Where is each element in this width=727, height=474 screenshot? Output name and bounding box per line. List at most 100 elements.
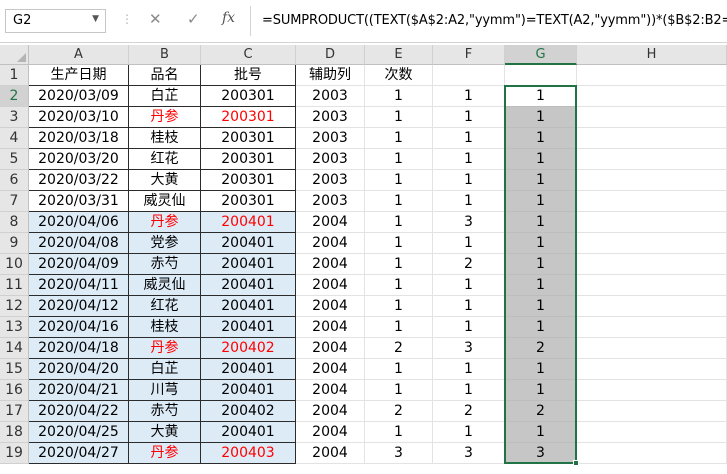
count-cell[interactable]: 1: [365, 170, 433, 191]
row-header-2[interactable]: 2: [0, 86, 29, 107]
aux-cell[interactable]: 2003: [296, 128, 365, 149]
name-cell[interactable]: 赤芍: [129, 254, 201, 275]
f-cell[interactable]: 1: [433, 191, 505, 212]
count-cell[interactable]: 1: [365, 233, 433, 254]
aux-cell[interactable]: 2004: [296, 380, 365, 401]
empty-cell[interactable]: [577, 191, 727, 212]
chevron-down-icon[interactable]: ▼: [92, 14, 99, 24]
aux-cell[interactable]: 2003: [296, 170, 365, 191]
aux-cell[interactable]: 2004: [296, 401, 365, 422]
aux-cell[interactable]: 2004: [296, 296, 365, 317]
row-header-6[interactable]: 6: [0, 170, 29, 191]
batch-cell[interactable]: 200301: [201, 191, 296, 212]
column-header-b[interactable]: B: [129, 45, 201, 65]
header-cell-b[interactable]: 品名: [129, 65, 201, 86]
aux-cell[interactable]: 2004: [296, 422, 365, 443]
empty-cell[interactable]: [577, 275, 727, 296]
row-header-9[interactable]: 9: [0, 233, 29, 254]
aux-cell[interactable]: 2003: [296, 149, 365, 170]
cell-f1[interactable]: [433, 65, 505, 86]
batch-cell[interactable]: 200401: [201, 359, 296, 380]
name-cell[interactable]: 丹参: [129, 443, 201, 464]
column-header-c[interactable]: C: [201, 45, 296, 65]
aux-cell[interactable]: 2004: [296, 233, 365, 254]
name-cell[interactable]: 威灵仙: [129, 275, 201, 296]
empty-cell[interactable]: [577, 296, 727, 317]
f-cell[interactable]: 1: [433, 296, 505, 317]
empty-cell[interactable]: [577, 212, 727, 233]
g-cell[interactable]: 2: [505, 401, 577, 422]
aux-cell[interactable]: 2004: [296, 338, 365, 359]
name-cell[interactable]: 大黄: [129, 170, 201, 191]
date-cell[interactable]: 2020/04/22: [29, 401, 129, 422]
f-cell[interactable]: 1: [433, 149, 505, 170]
row-header-15[interactable]: 15: [0, 359, 29, 380]
empty-cell[interactable]: [577, 443, 727, 464]
count-cell[interactable]: 2: [365, 338, 433, 359]
header-cell-a[interactable]: 生产日期: [29, 65, 129, 86]
batch-cell[interactable]: 200301: [201, 170, 296, 191]
aux-cell[interactable]: 2004: [296, 359, 365, 380]
batch-cell[interactable]: 200401: [201, 212, 296, 233]
drag-handle-icon[interactable]: ⋮: [121, 12, 133, 26]
g-cell[interactable]: 1: [505, 212, 577, 233]
aux-cell[interactable]: 2003: [296, 191, 365, 212]
cancel-icon[interactable]: ✕: [149, 10, 162, 28]
empty-cell[interactable]: [577, 233, 727, 254]
empty-cell[interactable]: [577, 359, 727, 380]
count-cell[interactable]: 3: [365, 443, 433, 464]
row-header-3[interactable]: 3: [0, 107, 29, 128]
empty-cell[interactable]: [577, 401, 727, 422]
name-cell[interactable]: 桂枝: [129, 317, 201, 338]
date-cell[interactable]: 2020/04/18: [29, 338, 129, 359]
name-cell[interactable]: 赤芍: [129, 401, 201, 422]
empty-cell[interactable]: [577, 107, 727, 128]
f-cell[interactable]: 1: [433, 317, 505, 338]
date-cell[interactable]: 2020/04/09: [29, 254, 129, 275]
g-cell[interactable]: 1: [505, 128, 577, 149]
empty-cell[interactable]: [577, 86, 727, 107]
row-header-7[interactable]: 7: [0, 191, 29, 212]
count-cell[interactable]: 1: [365, 191, 433, 212]
g-cell[interactable]: 1: [505, 380, 577, 401]
batch-cell[interactable]: 200301: [201, 107, 296, 128]
count-cell[interactable]: 1: [365, 317, 433, 338]
empty-cell[interactable]: [577, 149, 727, 170]
row-header-12[interactable]: 12: [0, 296, 29, 317]
name-box[interactable]: G2 ▼: [5, 9, 106, 33]
count-cell[interactable]: 1: [365, 212, 433, 233]
date-cell[interactable]: 2020/04/25: [29, 422, 129, 443]
header-cell-c[interactable]: 批号: [201, 65, 296, 86]
date-cell[interactable]: 2020/03/22: [29, 170, 129, 191]
batch-cell[interactable]: 200401: [201, 233, 296, 254]
cell-g1[interactable]: [505, 65, 577, 86]
batch-cell[interactable]: 200401: [201, 422, 296, 443]
date-cell[interactable]: 2020/03/09: [29, 86, 129, 107]
date-cell[interactable]: 2020/04/08: [29, 233, 129, 254]
date-cell[interactable]: 2020/03/20: [29, 149, 129, 170]
g-cell[interactable]: 1: [505, 254, 577, 275]
formula-input[interactable]: =SUMPRODUCT((TEXT($A$2:A2,"yymm")=TEXT(A…: [250, 6, 727, 36]
count-cell[interactable]: 1: [365, 422, 433, 443]
column-header-g[interactable]: G: [505, 45, 577, 65]
column-header-d[interactable]: D: [296, 45, 365, 65]
count-cell[interactable]: 1: [365, 128, 433, 149]
count-cell[interactable]: 1: [365, 380, 433, 401]
name-cell[interactable]: 红花: [129, 296, 201, 317]
count-cell[interactable]: 1: [365, 149, 433, 170]
f-cell[interactable]: 3: [433, 443, 505, 464]
batch-cell[interactable]: 200401: [201, 317, 296, 338]
aux-cell[interactable]: 2003: [296, 86, 365, 107]
aux-cell[interactable]: 2004: [296, 212, 365, 233]
batch-cell[interactable]: 200402: [201, 338, 296, 359]
empty-cell[interactable]: [577, 317, 727, 338]
count-cell[interactable]: 1: [365, 359, 433, 380]
count-cell[interactable]: 2: [365, 401, 433, 422]
cell-h1[interactable]: [577, 65, 727, 86]
f-cell[interactable]: 1: [433, 128, 505, 149]
date-cell[interactable]: 2020/04/12: [29, 296, 129, 317]
row-header-17[interactable]: 17: [0, 401, 29, 422]
row-header-16[interactable]: 16: [0, 380, 29, 401]
f-cell[interactable]: 2: [433, 401, 505, 422]
batch-cell[interactable]: 200401: [201, 296, 296, 317]
